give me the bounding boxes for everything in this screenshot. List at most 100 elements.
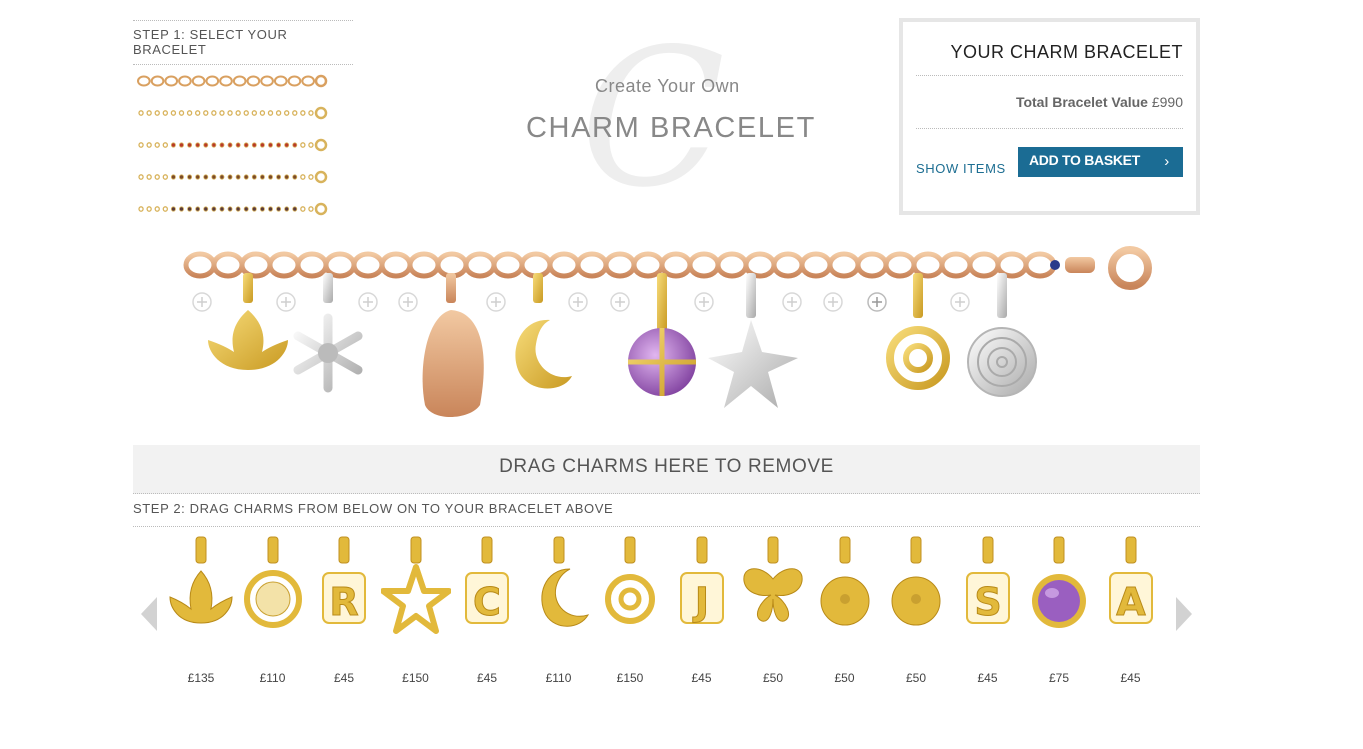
slot-plus-icon: [867, 292, 887, 312]
charm-item[interactable]: S £45: [953, 535, 1023, 690]
placed-charm-oyster[interactable]: [422, 273, 484, 418]
total-value-amount: £990: [1151, 94, 1183, 110]
carousel-prev-arrow-icon[interactable]: [139, 595, 159, 633]
slot-plus-icon: [398, 292, 418, 312]
amethyst-charm-icon: [1032, 536, 1086, 628]
slot-plus-icon: [610, 292, 630, 312]
charm-item[interactable]: £150: [595, 535, 665, 690]
letter-j-charm-icon: J: [679, 536, 724, 625]
charm-item[interactable]: £75: [1024, 535, 1094, 690]
add-to-basket-label: ADD TO BASKET: [1029, 152, 1140, 168]
charm-price: £75: [1048, 671, 1070, 685]
charm-price: £135: [187, 671, 215, 685]
hero-title: CHARM BRACELET: [526, 112, 816, 144]
coin-charm-icon: [891, 536, 941, 626]
charm-price: £150: [402, 671, 429, 685]
summary-title: YOUR CHARM BRACELET: [916, 22, 1183, 76]
charm-item[interactable]: £110: [524, 535, 594, 690]
charm-carousel: £135 £110 R £45 £150 C £45 £110 £150 J £45 £50 £50 £5…: [133, 535, 1200, 695]
charm-item[interactable]: £135: [166, 535, 236, 690]
page-hero: C Create Your Own CHARM BRACELET: [510, 8, 820, 229]
lotus-charm-icon: [169, 536, 233, 624]
charm-letter: S: [974, 580, 1001, 624]
letter-c-charm-icon: C: [465, 536, 509, 625]
bracelet-clasp-icon: [1050, 246, 1152, 290]
charm-item[interactable]: £150: [380, 535, 451, 690]
placed-charm-moon[interactable]: [515, 273, 572, 389]
charm-price: £45: [1120, 671, 1141, 685]
placed-charm-snowflake[interactable]: [293, 273, 363, 393]
charm-item[interactable]: R £45: [309, 535, 379, 690]
letter-s-charm-icon: S: [965, 536, 1010, 625]
charm-item[interactable]: J £45: [667, 535, 737, 690]
letter-r-charm-icon: R: [322, 536, 366, 625]
placed-charm-knot[interactable]: [886, 273, 950, 390]
step1-title: STEP 1: SELECT YOUR BRACELET: [133, 20, 353, 65]
remove-drop-zone[interactable]: DRAG CHARMS HERE TO REMOVE: [133, 445, 1200, 494]
charm-price: £45: [333, 671, 355, 685]
charm-price: £150: [616, 671, 644, 685]
hero-subtitle: Create Your Own: [595, 76, 740, 96]
carousel-next-arrow-icon[interactable]: [1174, 595, 1194, 633]
charm-item[interactable]: £110: [238, 535, 308, 690]
total-value-row: Total Bracelet Value £990: [916, 76, 1183, 129]
letter-a-charm-icon: A: [1108, 536, 1153, 625]
bracelet-thumbnail-icon: [138, 106, 328, 120]
slot-plus-icon: [486, 292, 506, 312]
total-value-label: Total Bracelet Value: [1015, 94, 1148, 110]
charm-price: £45: [977, 671, 998, 685]
charm-item[interactable]: C £45: [452, 535, 522, 690]
placed-charm-labyrinth[interactable]: [967, 273, 1037, 397]
charm-price: £50: [905, 671, 927, 685]
charm-price: £45: [691, 671, 712, 685]
charm-price: £50: [834, 671, 855, 685]
slot-plus-icon: [694, 292, 714, 312]
placed-charm-starfish[interactable]: [708, 273, 798, 408]
bracelet-thumbnail-icon: [138, 138, 328, 152]
butterfly-charm-icon: [743, 536, 803, 622]
slot-plus-icon: [823, 292, 843, 312]
slot-plus-icon: [276, 292, 296, 312]
bracelet-thumbnail-icon: [138, 202, 328, 216]
show-items-link[interactable]: SHOW ITEMS: [916, 161, 1006, 176]
bracelet-thumbnail-icon: [138, 170, 328, 184]
charm-letter: A: [1116, 580, 1146, 624]
charm-letter: J: [691, 580, 708, 624]
bracelet-option-gold-chain[interactable]: [133, 65, 353, 97]
bracelet-option-dark-bead-chain[interactable]: [133, 193, 353, 225]
knot-charm-icon: [605, 536, 655, 624]
placed-charm-lotus[interactable]: [208, 273, 288, 370]
slot-plus-icon: [568, 292, 588, 312]
charm-letter: R: [329, 580, 358, 624]
charm-item[interactable]: £50: [738, 535, 808, 690]
charm-item[interactable]: A £45: [1096, 535, 1166, 690]
slot-plus-icon: [358, 292, 378, 312]
bracelet-option-smoky-bead-chain[interactable]: [133, 161, 353, 193]
bracelet-chain: [183, 251, 1057, 279]
charm-slots[interactable]: [192, 292, 970, 312]
charm-letter: C: [473, 580, 501, 624]
charm-price: £110: [545, 671, 572, 685]
charm-item[interactable]: £50: [810, 535, 880, 690]
slot-plus-icon: [192, 292, 212, 312]
charm-item[interactable]: £50: [881, 535, 951, 690]
disc-charm-icon: [243, 536, 302, 628]
bracelet-list: [133, 65, 353, 225]
charm-price: £110: [259, 671, 286, 685]
slot-plus-icon: [950, 292, 970, 312]
slot-plus-icon: [782, 292, 802, 312]
chevron-right-icon: ›: [1164, 153, 1169, 170]
bracelet-option-fine-gold-chain[interactable]: [133, 97, 353, 129]
moon-charm-icon: [541, 536, 589, 627]
placed-charm-amethyst[interactable]: [628, 273, 696, 396]
bracelet-option-coral-bead-chain[interactable]: [133, 129, 353, 161]
coin-charm-icon: [820, 536, 869, 626]
charm-price: £50: [762, 671, 784, 685]
add-to-basket-button[interactable]: ADD TO BASKET ›: [1018, 147, 1183, 177]
charm-bracelet-summary: YOUR CHARM BRACELET Total Bracelet Value…: [899, 18, 1200, 215]
charm-price: £45: [476, 671, 498, 685]
step2-title: STEP 2: DRAG CHARMS FROM BELOW ON TO YOU…: [133, 501, 1200, 527]
bracelet-workspace[interactable]: [180, 240, 1160, 440]
star-charm-icon: [380, 536, 451, 634]
summary-actions: SHOW ITEMS ADD TO BASKET ›: [916, 129, 1183, 189]
